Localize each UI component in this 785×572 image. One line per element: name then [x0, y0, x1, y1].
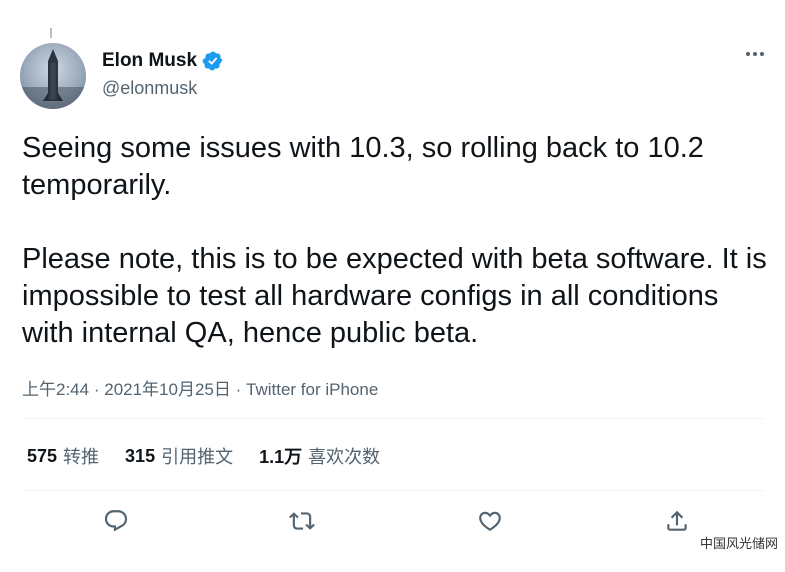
retweet-icon: [289, 512, 315, 530]
likes-label: 喜欢次数: [308, 447, 381, 467]
reply-icon: [104, 510, 128, 532]
retweets-stat[interactable]: 575 转推: [27, 443, 99, 469]
tweet-time[interactable]: 上午2:44: [22, 380, 89, 399]
retweet-button[interactable]: [289, 508, 315, 534]
author-handle[interactable]: @elonmusk: [102, 78, 197, 99]
likes-count: 1.1万: [259, 447, 303, 467]
tweet-paragraph: Seeing some issues with 10.3, so rolling…: [22, 132, 704, 201]
more-horizontal-icon-dot: [760, 52, 764, 56]
avatar[interactable]: [20, 43, 86, 109]
retweets-count: 575: [27, 445, 58, 466]
tweet-card: Elon Musk @elonmusk Seeing some issues w…: [0, 0, 785, 572]
tweet-paragraph: Please note, this is to be expected with…: [22, 243, 767, 349]
share-icon: [667, 510, 687, 531]
verified-badge-icon: [202, 51, 223, 71]
author-name-row: Elon Musk: [102, 50, 224, 72]
avatar-antenna-decoration: [50, 28, 52, 38]
quotes-count: 315: [125, 445, 156, 466]
tweet-metadata: 上午2:44 · 2021年10月25日 · Twitter for iPhon…: [22, 375, 378, 400]
more-options-button[interactable]: [746, 52, 764, 56]
meta-separator: ·: [93, 380, 100, 399]
quotes-stat[interactable]: 315 引用推文: [125, 443, 233, 469]
watermark-text: 中国风光储网: [700, 536, 779, 551]
share-button[interactable]: [664, 508, 690, 534]
divider: [22, 490, 763, 491]
divider: [22, 418, 763, 419]
heart-icon: [479, 511, 501, 531]
author-name[interactable]: Elon Musk: [102, 50, 197, 72]
like-button[interactable]: [477, 508, 503, 534]
tweet-date[interactable]: 2021年10月25日: [104, 380, 231, 399]
tweet-source[interactable]: Twitter for iPhone: [246, 380, 378, 399]
quotes-label: 引用推文: [161, 447, 234, 467]
retweets-label: 转推: [63, 447, 100, 467]
more-horizontal-icon-dot: [753, 52, 757, 56]
rocket-image-icon: [20, 49, 86, 109]
more-horizontal-icon-dot: [746, 52, 750, 56]
engagement-stats: 575 转推 315 引用推文 1.1万 喜欢次数: [27, 443, 406, 469]
reply-button[interactable]: [103, 508, 129, 534]
meta-separator: ·: [235, 380, 242, 399]
tweet-text: Seeing some issues with 10.3, so rolling…: [22, 130, 772, 352]
likes-stat[interactable]: 1.1万 喜欢次数: [259, 443, 380, 469]
